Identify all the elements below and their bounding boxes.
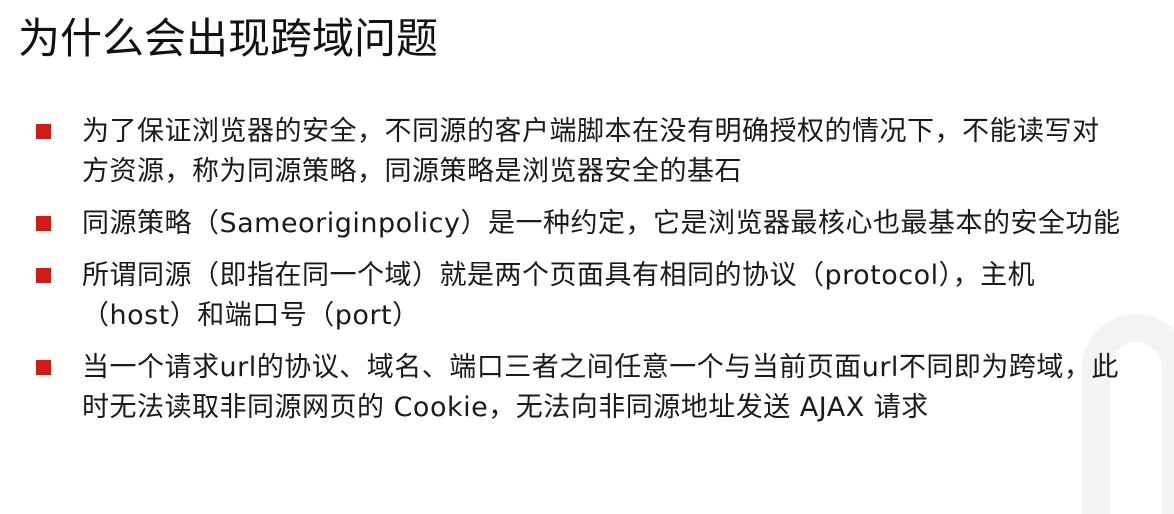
square-bullet-icon — [36, 124, 51, 139]
square-bullet-icon — [36, 360, 51, 375]
bullet-list: 为了保证浏览器的安全，不同源的客户端脚本在没有明确授权的情况下，不能读写对方资源… — [34, 112, 1124, 440]
bullet-item: 当一个请求url的协议、域名、端口三者之间任意一个与当前页面url不同即为跨域，… — [34, 348, 1124, 428]
bullet-text: 所谓同源（即指在同一个域）就是两个页面具有相同的协议（protocol），主机（… — [82, 260, 1036, 331]
bullet-text: 为了保证浏览器的安全，不同源的客户端脚本在没有明确授权的情况下，不能读写对方资源… — [82, 116, 1100, 187]
bullet-text: 当一个请求url的协议、域名、端口三者之间任意一个与当前页面url不同即为跨域，… — [82, 352, 1119, 423]
square-bullet-icon — [36, 268, 51, 283]
slide-title: 为什么会出现跨域问题 — [18, 14, 439, 63]
square-bullet-icon — [36, 216, 51, 231]
bullet-item: 为了保证浏览器的安全，不同源的客户端脚本在没有明确授权的情况下，不能读写对方资源… — [34, 112, 1124, 192]
bullet-item: 同源策略（Sameoriginpolicy）是一种约定，它是浏览器最核心也最基本… — [34, 204, 1124, 244]
bullet-item: 所谓同源（即指在同一个域）就是两个页面具有相同的协议（protocol），主机（… — [34, 256, 1124, 336]
bullet-text: 同源策略（Sameoriginpolicy）是一种约定，它是浏览器最核心也最基本… — [82, 208, 1121, 239]
